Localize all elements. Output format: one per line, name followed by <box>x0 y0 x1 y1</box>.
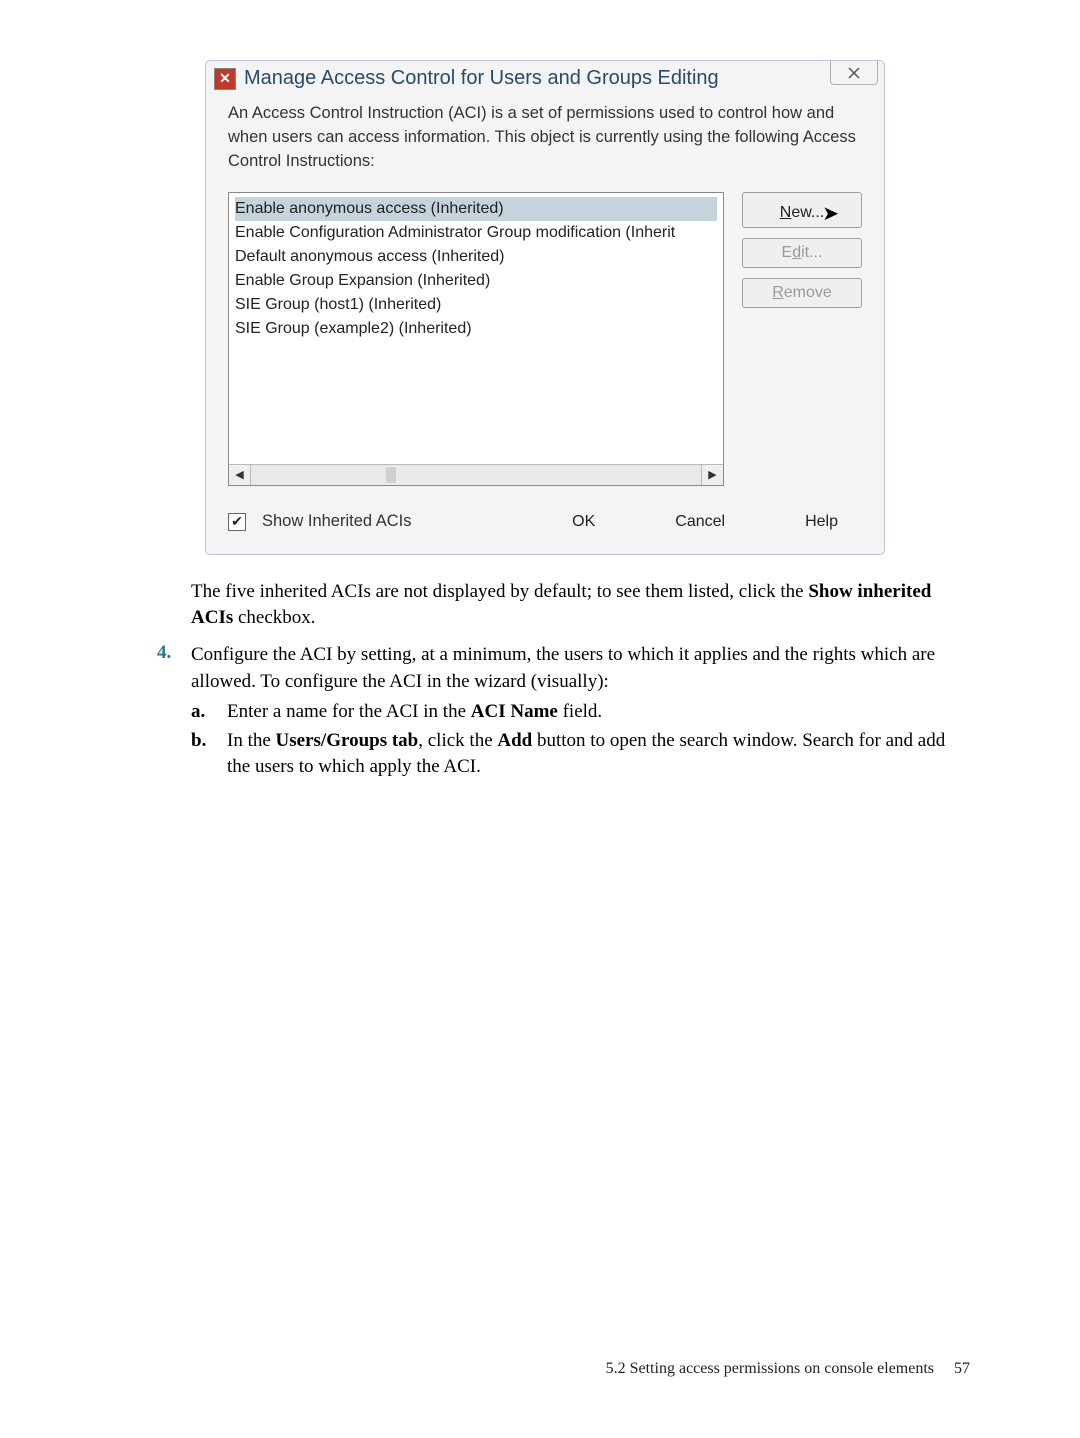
ok-button[interactable]: OK <box>548 508 619 536</box>
checkbox-label: Show Inherited ACIs <box>262 512 412 531</box>
close-icon <box>847 66 861 80</box>
aci-listbox[interactable]: Enable anonymous access (Inherited) Enab… <box>228 192 724 486</box>
body-paragraph: The five inherited ACIs are not displaye… <box>191 579 970 632</box>
step-number: 4. <box>157 642 191 781</box>
footer-page-number: 57 <box>954 1360 970 1377</box>
titlebar: Manage Access Control for Users and Grou… <box>206 61 884 94</box>
scroll-left-button[interactable]: ◀ <box>229 465 251 485</box>
scroll-track[interactable] <box>251 465 701 485</box>
show-inherited-checkbox[interactable]: ✔ <box>228 513 246 531</box>
list-item[interactable]: Default anonymous access (Inherited) <box>235 245 717 269</box>
list-item[interactable]: SIE Group (host1) (Inherited) <box>235 293 717 317</box>
new-button[interactable]: New...➤ <box>742 192 862 228</box>
edit-button[interactable]: Edit... <box>742 238 862 268</box>
substep-text: Enter a name for the ACI in the ACI Name… <box>227 699 602 726</box>
step-4: 4. Configure the ACI by setting, at a mi… <box>157 642 970 781</box>
list-item[interactable]: Enable Configuration Administrator Group… <box>235 221 717 245</box>
substep-letter: a. <box>191 699 227 726</box>
footer-section: 5.2 Setting access permissions on consol… <box>606 1360 934 1377</box>
substep-text: In the Users/Groups tab, click the Add b… <box>227 728 970 781</box>
substep-letter: b. <box>191 728 227 781</box>
substep-b: b. In the Users/Groups tab, click the Ad… <box>191 728 970 781</box>
page-footer: 5.2 Setting access permissions on consol… <box>606 1360 970 1378</box>
scroll-right-button[interactable]: ▶ <box>701 465 723 485</box>
horizontal-scrollbar[interactable]: ◀ ▶ <box>229 464 723 485</box>
text: checkbox. <box>233 607 315 628</box>
step-text: Configure the ACI by setting, at a minim… <box>191 642 970 695</box>
list-item[interactable]: SIE Group (example2) (Inherited) <box>235 317 717 341</box>
cancel-button[interactable]: Cancel <box>651 508 749 536</box>
list-item[interactable]: Enable Group Expansion (Inherited) <box>235 269 717 293</box>
app-icon <box>214 68 236 90</box>
scroll-thumb[interactable] <box>386 467 396 483</box>
list-item[interactable]: Enable anonymous access (Inherited) <box>235 197 717 221</box>
dialog-title: Manage Access Control for Users and Grou… <box>244 67 719 90</box>
substep-a: a. Enter a name for the ACI in the ACI N… <box>191 699 970 726</box>
help-button[interactable]: Help <box>781 508 862 536</box>
dialog-description: An Access Control Instruction (ACI) is a… <box>228 102 862 174</box>
cursor-icon: ➤ <box>822 203 839 225</box>
close-button[interactable] <box>830 61 878 85</box>
text: The five inherited ACIs are not displaye… <box>191 581 808 602</box>
access-control-dialog: Manage Access Control for Users and Grou… <box>205 60 885 555</box>
remove-button[interactable]: Remove <box>742 278 862 308</box>
